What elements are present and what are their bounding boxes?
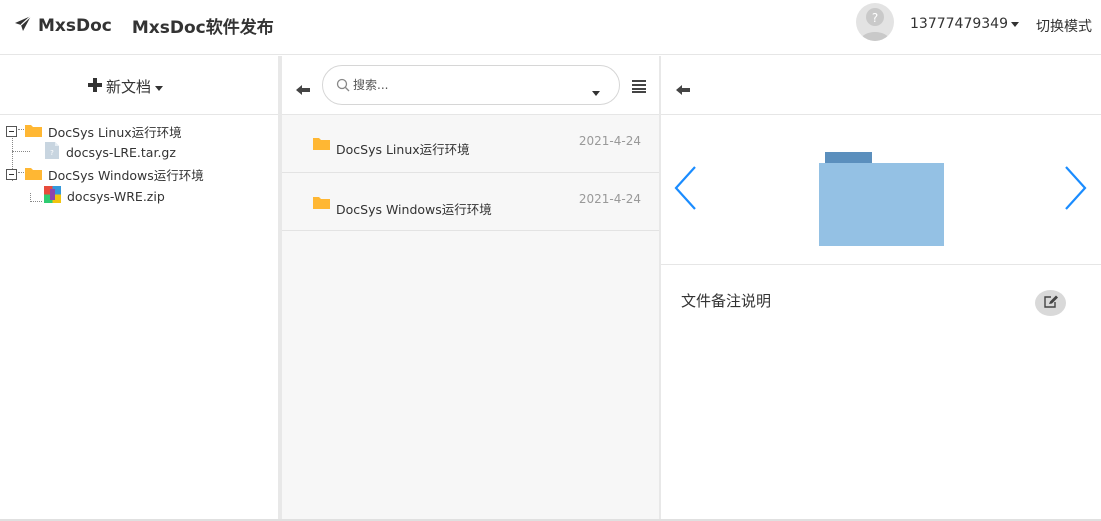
- search-icon: [336, 77, 350, 96]
- tree-node-label: docsys-LRE.tar.gz: [66, 144, 176, 160]
- folder-preview-icon: [819, 152, 944, 250]
- svg-text:?: ?: [872, 11, 878, 25]
- brand[interactable]: MxsDoc MxsDoc软件发布: [14, 13, 274, 38]
- doc-detail-panel: 文件备注说明: [661, 56, 1101, 521]
- plus-icon: [88, 77, 102, 96]
- edit-icon: [1043, 294, 1059, 313]
- list-item-name: DocSys Linux运行环境: [336, 142, 470, 157]
- search-box[interactable]: [322, 65, 620, 105]
- caret-down-icon[interactable]: [592, 82, 600, 101]
- divider: [0, 114, 278, 115]
- back-arrow-icon[interactable]: [676, 80, 690, 99]
- caret-down-icon: [1010, 16, 1019, 32]
- list-item-name: DocSys Windows运行环境: [336, 202, 492, 217]
- doc-tree-panel: 新文档 DocSys Linux运行环境 ? docsys-LRE.tar.gz: [0, 56, 278, 521]
- new-doc-label: 新文档: [106, 78, 152, 96]
- brand-name: MxsDoc: [38, 15, 112, 36]
- caret-down-icon: [155, 78, 164, 96]
- collapse-toggle-icon[interactable]: [6, 126, 17, 137]
- tree-node-tar-file[interactable]: ? docsys-LRE.tar.gz: [44, 142, 176, 162]
- folder-icon: [25, 167, 42, 183]
- file-preview: [661, 115, 1101, 265]
- app-header: MxsDoc MxsDoc软件发布 ? 13777479349 切换模式: [0, 0, 1101, 55]
- search-input[interactable]: [353, 75, 573, 95]
- tree-node-label: DocSys Windows运行环境: [48, 168, 204, 183]
- tree-node-label: DocSys Linux运行环境: [48, 125, 182, 140]
- tree-node-zip-file[interactable]: docsys-WRE.zip: [44, 186, 165, 206]
- tree-node-linux-folder[interactable]: DocSys Linux运行环境: [6, 122, 182, 141]
- list-item[interactable]: DocSys Linux运行环境 2021-4-24: [282, 115, 659, 173]
- tree-node-label: docsys-WRE.zip: [67, 188, 165, 204]
- list-toolbar: [282, 56, 659, 115]
- remarks-label: 文件备注说明: [681, 292, 772, 310]
- tree-connector: [30, 201, 42, 202]
- chevron-right-icon[interactable]: [1064, 165, 1088, 215]
- chevron-left-icon[interactable]: [673, 165, 697, 215]
- svg-text:?: ?: [50, 149, 54, 157]
- avatar[interactable]: ?: [856, 3, 894, 41]
- file-icon: ?: [44, 142, 60, 162]
- tree-node-windows-folder[interactable]: DocSys Windows运行环境: [6, 165, 204, 184]
- new-doc-button[interactable]: 新文档: [88, 76, 164, 97]
- page-title: MxsDoc软件发布: [131, 18, 274, 38]
- user-name: 13777479349: [910, 16, 1008, 32]
- folder-icon: [25, 124, 42, 140]
- zip-file-icon: [44, 186, 61, 206]
- paper-plane-icon: [14, 15, 32, 37]
- back-arrow-icon[interactable]: [296, 80, 310, 99]
- detail-toolbar: [661, 56, 1101, 115]
- collapse-toggle-icon[interactable]: [6, 169, 17, 180]
- tree-connector: [12, 151, 30, 152]
- list-item[interactable]: DocSys Windows运行环境 2021-4-24: [282, 173, 659, 231]
- switch-mode-link[interactable]: 切换模式: [1036, 16, 1092, 36]
- list-menu-icon[interactable]: [632, 78, 646, 97]
- edit-remarks-button[interactable]: [1035, 290, 1066, 316]
- list-item-date: 2021-4-24: [578, 192, 641, 206]
- folder-icon: [313, 194, 330, 213]
- list-item-date: 2021-4-24: [578, 134, 641, 148]
- folder-icon: [313, 135, 330, 154]
- doc-list-panel: DocSys Linux运行环境 2021-4-24 DocSys Window…: [282, 56, 659, 521]
- user-menu[interactable]: 13777479349: [910, 16, 1019, 32]
